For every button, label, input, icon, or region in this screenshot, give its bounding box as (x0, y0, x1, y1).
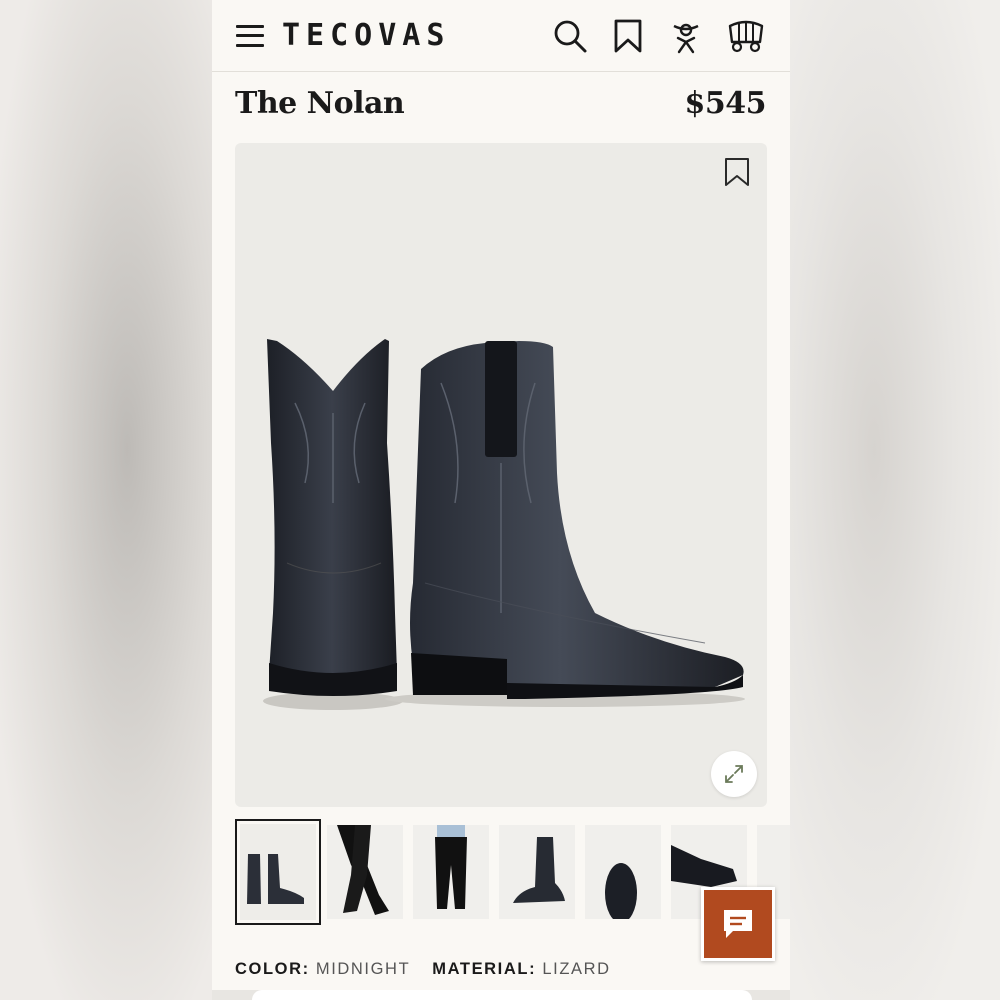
material-attribute: MATERIAL: LIZARD (432, 960, 610, 979)
search-icon[interactable] (552, 18, 588, 54)
thumbnail-2[interactable] (327, 825, 403, 919)
color-label: COLOR: (235, 960, 310, 978)
thumbnail-1[interactable] (235, 819, 321, 925)
chat-icon (724, 910, 752, 938)
account-icon[interactable] (668, 18, 704, 54)
color-attribute: COLOR: MIDNIGHT (235, 960, 410, 979)
product-attributes: COLOR: MIDNIGHT MATERIAL: LIZARD (235, 960, 611, 979)
top-nav-icons (552, 18, 766, 54)
brand-logo[interactable]: TECOVAS (282, 18, 450, 53)
material-label: MATERIAL: (432, 960, 537, 978)
product-name: The Nolan (235, 85, 405, 121)
expand-image-button[interactable] (711, 751, 757, 797)
menu-icon[interactable] (236, 24, 264, 47)
thumbnail-4[interactable] (499, 825, 575, 919)
color-value: MIDNIGHT (315, 960, 411, 978)
background-blur-left (0, 0, 212, 1000)
thumbnail-model-image (435, 825, 467, 909)
bottom-toolbar (212, 990, 790, 1000)
wagon-cart-icon[interactable] (726, 18, 766, 54)
material-value: LIZARD (542, 960, 611, 978)
thumbnail-3[interactable] (413, 825, 489, 919)
product-title-row: The Nolan $545 (212, 72, 790, 134)
thumbnail-boots-image (247, 854, 304, 904)
bookmark-icon[interactable] (610, 18, 646, 54)
boots-image (263, 339, 745, 710)
product-hero-image[interactable] (235, 143, 767, 807)
thumbnail-toe-closeup-image (605, 863, 637, 919)
thumbnail-5[interactable] (585, 825, 661, 919)
top-nav-bar: TECOVAS (212, 0, 790, 72)
product-price: $545 (684, 85, 767, 121)
expand-icon (725, 765, 743, 783)
bottom-address-pill[interactable] (252, 990, 752, 1000)
background-blur-right (790, 0, 1000, 1000)
thumbnail-side-boot-image (513, 837, 565, 903)
chat-button[interactable] (701, 887, 775, 961)
thumbnail-legs-walking-image (337, 825, 389, 915)
mobile-screen: TECOVAS The Nolan $545 COLOR: MIDNIGHT M… (212, 0, 790, 1000)
